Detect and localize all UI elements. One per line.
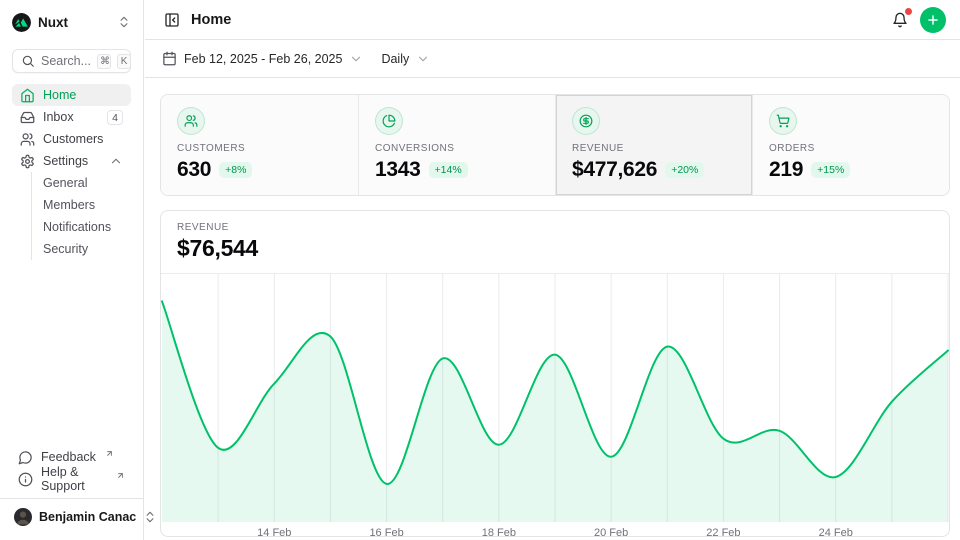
date-range-picker[interactable]: Feb 12, 2025 - Feb 26, 2025 <box>162 51 363 66</box>
settings-subnav: General Members Notifications Security <box>31 172 131 260</box>
sidebar-item-label: Home <box>43 88 76 102</box>
svg-text:16 Feb: 16 Feb <box>369 527 403 537</box>
svg-text:22 Feb: 22 Feb <box>706 527 740 537</box>
stat-label: CUSTOMERS <box>177 143 342 154</box>
stat-delta-badge: +15% <box>811 162 850 178</box>
calendar-icon <box>162 51 177 66</box>
user-menu[interactable]: Benjamin Canac <box>12 499 131 528</box>
search-icon <box>21 54 35 68</box>
sidebar-footer: Feedback Help & Support Benjamin Canac <box>12 446 131 528</box>
shopping-cart-icon <box>769 107 797 135</box>
stat-value: 1343 <box>375 158 421 182</box>
add-button[interactable] <box>920 7 946 33</box>
feedback-label: Feedback <box>41 450 96 464</box>
kbd-k: K <box>117 54 131 69</box>
nuxt-logo-icon <box>12 13 31 32</box>
page-title: Home <box>191 12 231 28</box>
stat-value: 630 <box>177 158 211 182</box>
user-name: Benjamin Canac <box>39 510 136 524</box>
sidebar-item-label: Customers <box>43 132 103 146</box>
info-icon <box>18 472 33 487</box>
stat-delta-badge: +14% <box>429 162 468 178</box>
stat-card-orders[interactable]: ORDERS 219 +15% <box>752 95 949 195</box>
chevron-up-icon <box>109 154 123 168</box>
filters-toolbar: Feb 12, 2025 - Feb 26, 2025 Daily <box>145 40 960 78</box>
inbox-icon <box>20 110 35 125</box>
sidebar-item-customers[interactable]: Customers <box>12 128 131 150</box>
external-link-icon <box>116 471 125 480</box>
sidebar-item-label: Settings <box>43 154 88 168</box>
content: CUSTOMERS 630 +8% CONVERSIONS 1343 +14% <box>145 78 960 537</box>
topbar: Home <box>145 0 960 40</box>
help-support-link[interactable]: Help & Support <box>12 468 131 490</box>
chevron-down-icon <box>349 52 363 66</box>
stat-value: 219 <box>769 158 803 182</box>
sidebar-item-home[interactable]: Home <box>12 84 131 106</box>
sidebar-item-members[interactable]: Members <box>43 194 131 216</box>
stats-row: CUSTOMERS 630 +8% CONVERSIONS 1343 +14% <box>160 94 950 196</box>
collapse-sidebar-button[interactable] <box>162 10 182 30</box>
search-input[interactable]: Search... ⌘ K <box>12 49 131 73</box>
sidebar-item-general[interactable]: General <box>43 172 131 194</box>
dashboard-app: Nuxt Search... ⌘ K Home Inbox 4 Customer… <box>0 0 960 540</box>
workspace-name: Nuxt <box>38 15 68 30</box>
sidebar-item-notifications[interactable]: Notifications <box>43 216 131 238</box>
users-icon <box>20 132 35 147</box>
stat-card-conversions[interactable]: CONVERSIONS 1343 +14% <box>358 95 555 195</box>
sidebar-item-settings[interactable]: Settings <box>12 150 131 172</box>
svg-text:24 Feb: 24 Feb <box>819 527 853 537</box>
stat-label: ORDERS <box>769 143 933 154</box>
gear-icon <box>20 154 35 169</box>
sidebar-item-security[interactable]: Security <box>43 238 131 260</box>
circle-dollar-icon <box>572 107 600 135</box>
granularity-value: Daily <box>381 52 409 66</box>
svg-text:18 Feb: 18 Feb <box>482 527 516 537</box>
date-range-value: Feb 12, 2025 - Feb 26, 2025 <box>184 52 342 66</box>
svg-text:20 Feb: 20 Feb <box>594 527 628 537</box>
stat-value: $477,626 <box>572 158 657 182</box>
kbd-cmd: ⌘ <box>97 54 111 69</box>
chat-bubble-icon <box>18 450 33 465</box>
stat-card-revenue[interactable]: REVENUE $477,626 +20% <box>555 95 752 195</box>
users-icon <box>177 107 205 135</box>
plus-icon <box>926 13 940 27</box>
sidebar-item-inbox[interactable]: Inbox 4 <box>12 106 131 128</box>
sidebar: Nuxt Search... ⌘ K Home Inbox 4 Customer… <box>0 0 144 540</box>
stat-label: CONVERSIONS <box>375 143 539 154</box>
stat-card-customers[interactable]: CUSTOMERS 630 +8% <box>161 95 358 195</box>
notification-dot <box>905 8 912 15</box>
main-area: Home Feb 12, 2025 - Feb 26, 2025 Daily <box>145 0 960 540</box>
search-placeholder: Search... <box>41 54 91 68</box>
inbox-count-badge: 4 <box>107 110 123 125</box>
chart-plot-area[interactable]: 14 Feb 16 Feb 18 Feb 20 Feb 22 Feb 24 Feb <box>161 274 949 537</box>
stat-delta-badge: +20% <box>665 162 704 178</box>
workspace-switcher[interactable]: Nuxt <box>12 12 131 32</box>
chart-current-value: $76,544 <box>177 235 933 262</box>
chart-header: REVENUE $76,544 <box>161 211 949 274</box>
avatar <box>14 508 32 526</box>
external-link-icon <box>105 449 114 458</box>
granularity-select[interactable]: Daily <box>381 52 430 66</box>
chevrons-up-down-icon <box>117 15 131 29</box>
svg-text:14 Feb: 14 Feb <box>257 527 291 537</box>
sidebar-item-label: Inbox <box>43 110 74 124</box>
chevron-down-icon <box>416 52 430 66</box>
stat-delta-badge: +8% <box>219 162 252 178</box>
notifications-button[interactable] <box>890 10 910 30</box>
help-label: Help & Support <box>41 465 107 493</box>
chart-title: REVENUE <box>177 222 933 233</box>
revenue-area-chart[interactable]: 14 Feb 16 Feb 18 Feb 20 Feb 22 Feb 24 Feb <box>161 274 949 537</box>
panel-left-close-icon <box>164 12 180 28</box>
home-icon <box>20 88 35 103</box>
revenue-chart-card: REVENUE $76,544 14 Feb 16 Feb 18 Feb 20 Feb… <box>160 210 950 537</box>
stat-label: REVENUE <box>572 143 736 154</box>
sidebar-nav: Home Inbox 4 Customers Settings General … <box>12 84 131 260</box>
pie-chart-icon <box>375 107 403 135</box>
